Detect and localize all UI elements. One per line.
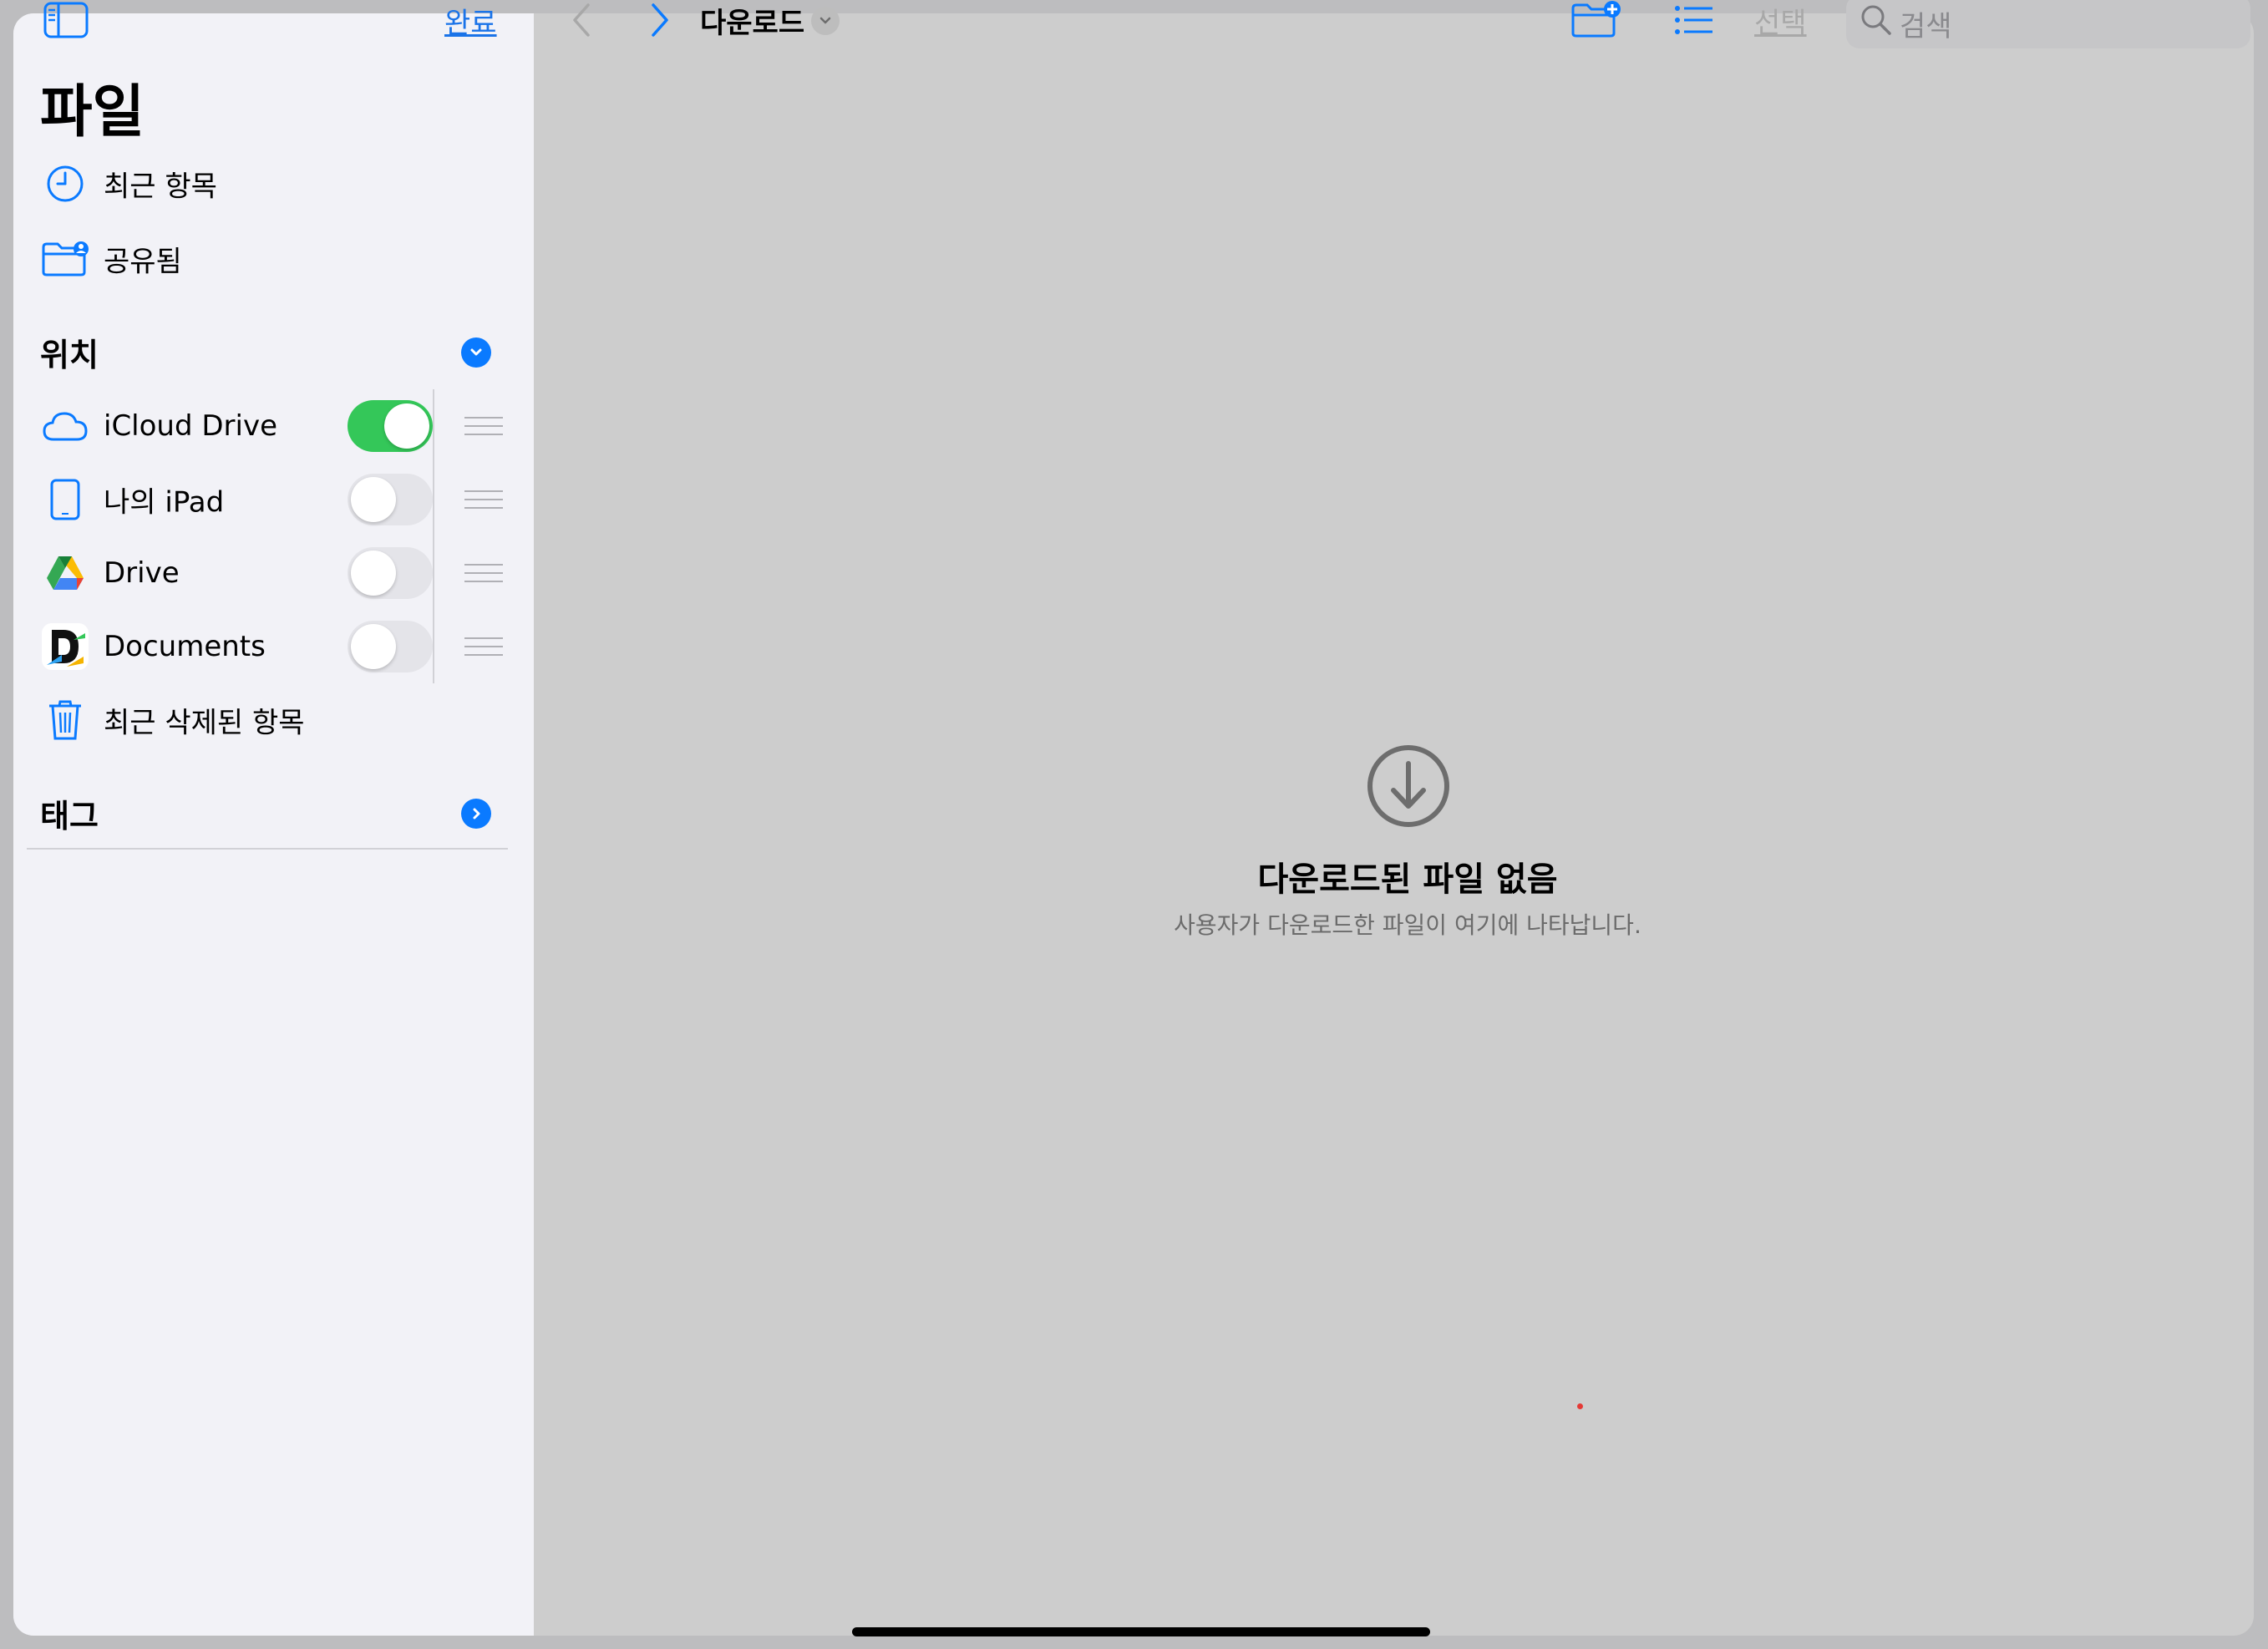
folder-title: 다운로드 xyxy=(700,7,805,40)
sidebar-item-shared[interactable]: 공유됨 xyxy=(13,226,534,292)
empty-state-title: 다운로드된 파일 없음 xyxy=(1257,860,1558,899)
google-drive-icon xyxy=(40,548,90,598)
search-icon xyxy=(1860,3,1893,40)
select-button[interactable]: 선택 xyxy=(1754,0,1807,41)
download-circle-icon xyxy=(1366,743,1451,832)
search-placeholder: 검색 xyxy=(1900,10,1952,43)
sidebar-item-documents[interactable]: Documents xyxy=(13,613,534,680)
search-field[interactable]: 검색 xyxy=(1846,0,2250,48)
sidebar-item-icloud-drive[interactable]: iCloud Drive xyxy=(13,393,534,459)
shared-folder-icon xyxy=(40,234,90,284)
drag-handle-icon[interactable] xyxy=(464,417,503,435)
sidebar-item-label: Documents xyxy=(104,630,266,663)
home-indicator[interactable] xyxy=(852,1627,1430,1636)
icloud-icon xyxy=(40,401,90,451)
chevron-down-icon[interactable] xyxy=(811,7,840,35)
documents-toggle[interactable] xyxy=(348,621,433,672)
divider xyxy=(27,848,508,850)
trash-icon xyxy=(40,695,90,745)
sidebar-item-my-ipad[interactable]: 나의 iPad xyxy=(13,466,534,533)
chevron-down-icon[interactable] xyxy=(461,337,491,368)
sidebar-item-recently-deleted[interactable]: 최근 삭제된 항목 xyxy=(13,687,534,753)
forward-icon[interactable] xyxy=(650,2,670,42)
touch-indicator xyxy=(1577,1403,1583,1409)
clock-icon xyxy=(40,159,90,209)
drag-handle-icon[interactable] xyxy=(464,490,503,509)
sidebar-title: 파일 xyxy=(40,79,145,145)
ipad-icon xyxy=(40,474,90,525)
sidebar-item-label: 공유됨 xyxy=(104,245,182,279)
sidebar-item-label: 최근 삭제된 항목 xyxy=(104,706,305,740)
sidebar-item-recents[interactable]: 최근 항목 xyxy=(13,150,534,217)
empty-state-subtitle: 사용자가 다운로드한 파일이 여기에 나타납니다. xyxy=(1174,911,1641,939)
new-folder-icon[interactable] xyxy=(1570,0,1622,42)
sidebar-item-label: iCloud Drive xyxy=(104,409,278,443)
sidebar-item-label: 나의 iPad xyxy=(104,485,225,520)
my-ipad-toggle[interactable] xyxy=(348,474,433,525)
documents-app-icon xyxy=(40,622,90,672)
sidebar-item-label: Drive xyxy=(104,556,180,590)
sidebar-item-google-drive[interactable]: Drive xyxy=(13,540,534,606)
back-icon[interactable] xyxy=(571,2,591,42)
drag-handle-icon[interactable] xyxy=(464,637,503,656)
sidebar-item-label: 최근 항목 xyxy=(104,170,217,204)
chevron-right-icon[interactable] xyxy=(461,799,491,829)
icloud-drive-toggle[interactable] xyxy=(348,400,433,452)
drag-handle-icon[interactable] xyxy=(464,564,503,582)
done-button[interactable]: 완료 xyxy=(444,0,497,41)
tags-header: 태그 xyxy=(40,798,99,835)
sidebar-toggle-icon[interactable] xyxy=(43,2,89,42)
drive-toggle[interactable] xyxy=(348,547,433,599)
list-view-icon[interactable] xyxy=(1674,3,1714,40)
locations-header: 위치 xyxy=(40,337,99,373)
